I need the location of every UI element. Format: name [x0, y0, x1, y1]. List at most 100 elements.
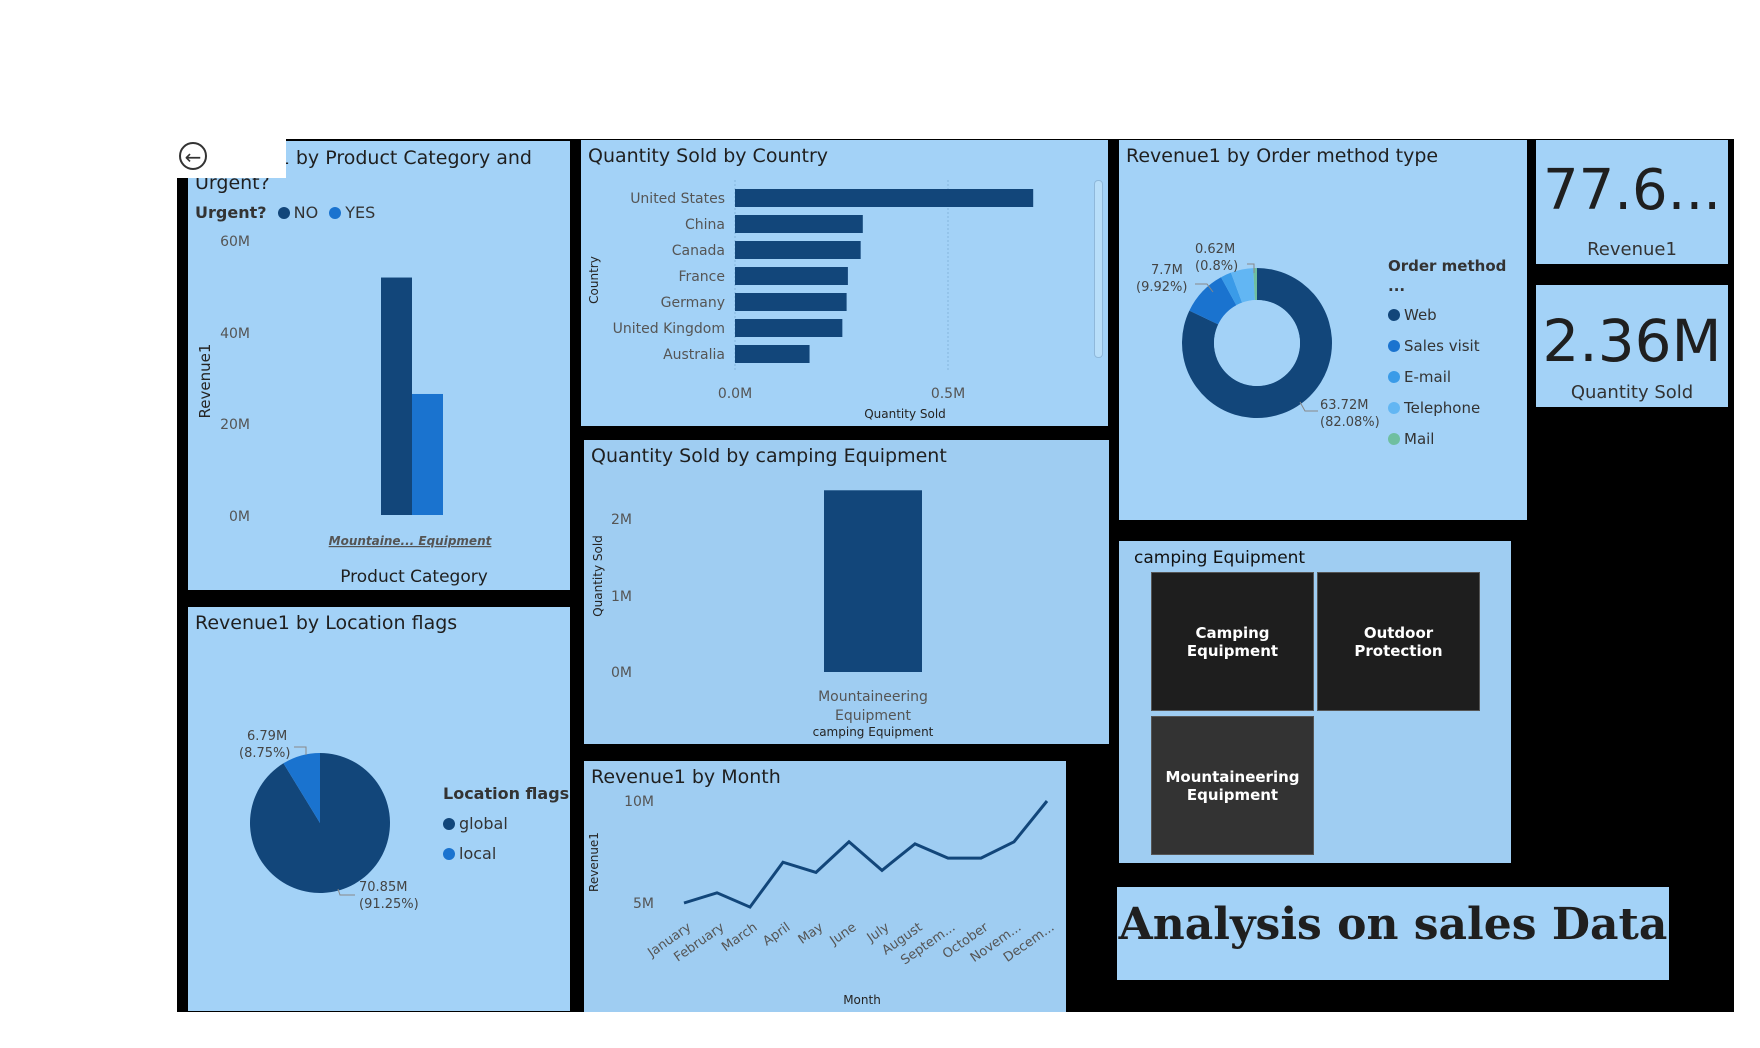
- country-chart[interactable]: Quantity Sold by Country Country United …: [581, 140, 1108, 426]
- slicer-title: camping Equipment: [1134, 548, 1306, 568]
- data-label-web: 63.72M: [1320, 398, 1368, 413]
- y-tick-2m: 2M: [611, 512, 632, 528]
- data-label-sales-visit: 7.7M: [1151, 263, 1183, 278]
- category-urgent-plot: 60M 40M 20M 0M Revenue1 Mountaine... Equ…: [196, 234, 493, 587]
- leader-line: [294, 746, 307, 755]
- x-tick-0: 0.0M: [718, 386, 752, 402]
- kpi-value: 77.6...: [1542, 158, 1722, 223]
- slicer-button-mountaineering-equipment[interactable]: Mountaineering Equipment: [1151, 716, 1314, 855]
- legend-label: local: [459, 844, 497, 863]
- y-tick-label: United States: [630, 191, 725, 207]
- y-tick-label: Canada: [672, 243, 725, 259]
- legend: Order method ... Web Sales visit E-mail …: [1388, 256, 1527, 455]
- month-plot: Revenue1 10M 5M JanuaryFebruaryMarch Apri…: [587, 794, 1057, 1007]
- bar-france[interactable]: [735, 267, 848, 285]
- legend: Location flags global local: [443, 779, 569, 869]
- bar-no[interactable]: [381, 277, 412, 515]
- kpi-label: Quantity Sold: [1570, 382, 1694, 403]
- country-plot: Country United States China Canada France Ge…: [587, 180, 1034, 421]
- bar-mountaineering-equipment[interactable]: [824, 490, 922, 672]
- slicer-button-outdoor-protection[interactable]: Outdoor Protection: [1317, 572, 1480, 711]
- legend-dot: [1388, 402, 1400, 414]
- report-title-card: Analysis on sales Data: [1117, 887, 1669, 980]
- y-tick-0m: 0M: [611, 665, 632, 681]
- bar-china[interactable]: [735, 215, 863, 233]
- series-line-revenue[interactable]: [683, 800, 1049, 909]
- x-tick-label: March: [719, 920, 760, 955]
- data-label-mail: 0.62M: [1195, 242, 1235, 257]
- scrollbar[interactable]: [1094, 180, 1103, 358]
- location-chart[interactable]: Revenue1 by Location flags 6.79M (8.75%)…: [188, 607, 570, 1011]
- legend-title: Location flags: [443, 784, 570, 803]
- y-axis-label: Revenue1: [587, 832, 601, 892]
- x-axis-label: camping Equipment: [813, 725, 934, 739]
- order-method-chart[interactable]: Revenue1 by Order method type 0.62M (0.8…: [1119, 140, 1527, 520]
- bar-canada[interactable]: [735, 241, 861, 259]
- legend-dot: [1388, 309, 1400, 321]
- bar-australia[interactable]: [735, 345, 810, 363]
- y-axis-label: Country: [587, 256, 601, 304]
- legend-dot: [443, 848, 455, 860]
- donut-hole: [1214, 300, 1300, 386]
- legend-label: global: [459, 814, 508, 833]
- data-label-local: 6.79M: [247, 729, 287, 744]
- data-label-sales-visit-pct: (9.92%): [1136, 280, 1187, 295]
- y-tick-label: Germany: [661, 295, 725, 311]
- x-tick-label: May: [796, 920, 827, 948]
- y-tick-label: China: [685, 217, 725, 233]
- y-tick-label: Australia: [663, 347, 725, 363]
- kpi-label: Revenue1: [1587, 239, 1677, 260]
- leader-line: [1299, 401, 1318, 412]
- y-axis-label: Revenue1: [196, 344, 214, 419]
- slicer-button-camping-equipment[interactable]: Camping Equipment: [1151, 572, 1314, 711]
- legend-dot: [1388, 371, 1400, 383]
- y-tick-10m: 10M: [624, 794, 654, 810]
- legend-item-global[interactable]: global: [443, 809, 569, 839]
- legend-item-local[interactable]: local: [443, 839, 569, 869]
- category-tick-label-line1: Mountaineering: [818, 689, 928, 705]
- y-tick-40m: 40M: [220, 326, 250, 342]
- legend-dot: [1388, 340, 1400, 352]
- data-label-mail-pct: (0.8%): [1195, 259, 1238, 274]
- legend-dot: [1388, 433, 1400, 445]
- legend-item-mail[interactable]: Mail: [1388, 424, 1527, 455]
- bar-united-states[interactable]: [735, 189, 1034, 207]
- camping-plot: Quantity Sold 2M 1M 0M Mountaineering Eq…: [591, 490, 934, 739]
- kpi-revenue-card[interactable]: 77.6... Revenue1: [1536, 140, 1728, 264]
- x-tick-label: April: [760, 920, 793, 949]
- data-label-web-pct: (82.08%): [1320, 415, 1380, 430]
- x-axis-label: Quantity Sold: [864, 407, 946, 421]
- arrow-left-circle-icon[interactable]: ←: [179, 142, 207, 170]
- bar-yes[interactable]: [412, 393, 443, 515]
- category-tick-label-line2: Equipment: [835, 708, 912, 724]
- category-urgent-chart[interactable]: Revenue1 by Product Category and Urgent?…: [188, 141, 570, 590]
- y-tick-60m: 60M: [220, 234, 250, 250]
- y-tick-0m: 0M: [229, 509, 250, 525]
- data-label-global: 70.85M: [359, 880, 407, 895]
- x-tick-label: June: [827, 920, 860, 949]
- legend-item-telephone[interactable]: Telephone: [1388, 393, 1527, 424]
- y-axis-label: Quantity Sold: [591, 535, 605, 617]
- month-chart[interactable]: Revenue1 by Month Revenue1 10M 5M Januar…: [584, 761, 1066, 1012]
- legend-dot: [443, 818, 455, 830]
- legend-label: Sales visit: [1404, 337, 1480, 355]
- legend-label: Telephone: [1404, 399, 1481, 417]
- y-tick-label: United Kingdom: [613, 321, 725, 337]
- legend-title: Order method ...: [1388, 257, 1507, 295]
- kpi-value: 2.36M: [1542, 307, 1722, 375]
- back-button[interactable]: ←: [175, 139, 286, 178]
- y-tick-5m: 5M: [633, 896, 654, 912]
- camping-equipment-slicer[interactable]: camping Equipment Camping Equipment Outd…: [1119, 541, 1511, 863]
- bar-united-kingdom[interactable]: [735, 319, 843, 337]
- legend-item-web[interactable]: Web: [1388, 300, 1527, 331]
- category-tick-label[interactable]: Mountaine... Equipment: [329, 534, 493, 548]
- legend-item-sales-visit[interactable]: Sales visit: [1388, 331, 1527, 362]
- x-axis-label: Month: [843, 993, 881, 1007]
- y-tick-1m: 1M: [611, 589, 632, 605]
- camping-equipment-chart[interactable]: Quantity Sold by camping Equipment Quant…: [584, 440, 1109, 744]
- legend-item-email[interactable]: E-mail: [1388, 362, 1527, 393]
- kpi-quantity-card[interactable]: 2.36M Quantity Sold: [1536, 285, 1728, 407]
- legend-label: Web: [1404, 306, 1437, 324]
- y-tick-label: France: [678, 269, 725, 285]
- bar-germany[interactable]: [735, 293, 847, 311]
